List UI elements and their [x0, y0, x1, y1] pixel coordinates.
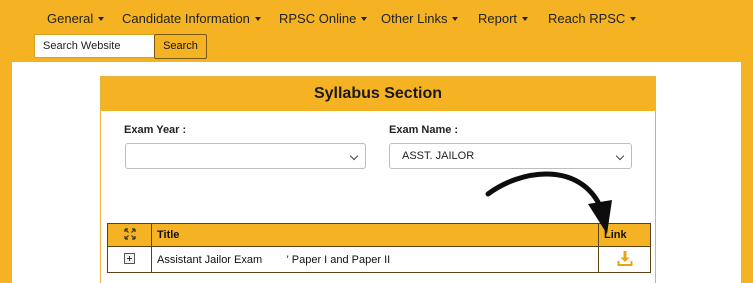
nav-general-label: General	[47, 11, 94, 26]
chevron-down-icon	[349, 151, 359, 161]
nav-reach-rpsc[interactable]: Reach RPSC	[548, 11, 637, 27]
chevron-down-icon	[452, 16, 459, 21]
chevron-down-icon	[615, 151, 625, 161]
nav-general[interactable]: General	[47, 11, 105, 27]
search-button[interactable]: Search	[154, 34, 207, 59]
nav-reach-rpsc-label: Reach RPSC	[548, 11, 626, 26]
table-row: Assistant Jailor Exam ' Paper I and Pape…	[107, 246, 651, 273]
exam-year-label: Exam Year :	[124, 124, 187, 136]
chevron-down-icon	[630, 16, 637, 21]
title-column-header: Title	[151, 223, 599, 247]
nav-report[interactable]: Report	[478, 11, 529, 27]
search-input[interactable]	[34, 34, 154, 58]
nav-other-links[interactable]: Other Links	[381, 11, 459, 27]
syllabus-section-title: Syllabus Section	[101, 77, 655, 111]
nav-candidate-information[interactable]: Candidate Information	[122, 11, 261, 27]
nav-rpsc-online-label: RPSC Online	[279, 11, 357, 26]
chevron-down-icon	[98, 16, 105, 21]
syllabus-table: Title Link Assistant Jailor Exam ' Paper…	[107, 223, 651, 273]
exam-year-select[interactable]	[125, 143, 366, 169]
link-column-header: Link	[598, 223, 651, 247]
exam-name-select[interactable]: ASST. JAILOR	[389, 143, 632, 169]
download-icon[interactable]	[617, 250, 633, 266]
nav-candidate-information-label: Candidate Information	[122, 11, 250, 26]
chevron-down-icon	[254, 16, 261, 21]
plus-box-icon[interactable]	[124, 252, 135, 264]
nav-rpsc-online[interactable]: RPSC Online	[279, 11, 368, 27]
row-title: Assistant Jailor Exam ' Paper I and Pape…	[151, 246, 599, 273]
chevron-down-icon	[361, 16, 368, 21]
table-header-row: Title Link	[107, 223, 651, 247]
top-navigation: General Candidate Information RPSC Onlin…	[0, 0, 753, 36]
expand-arrows-icon	[123, 227, 136, 240]
expand-all-header[interactable]	[107, 223, 152, 247]
nav-report-label: Report	[478, 11, 518, 26]
nav-other-links-label: Other Links	[381, 11, 448, 26]
exam-name-value: ASST. JAILOR	[402, 150, 475, 162]
row-link-cell[interactable]	[598, 246, 651, 273]
exam-name-label: Exam Name :	[389, 124, 459, 136]
chevron-down-icon	[522, 16, 529, 21]
row-toggle-cell[interactable]	[107, 246, 152, 273]
